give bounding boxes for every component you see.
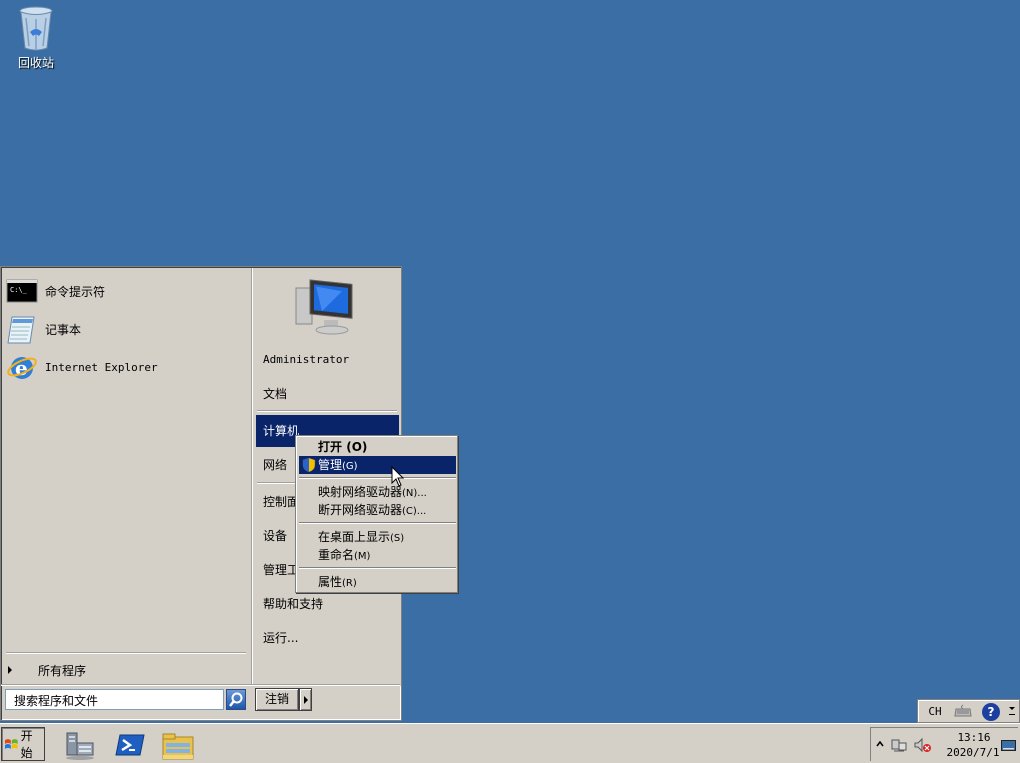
menu-item-label: 重命名 [318,548,355,562]
chevron-right-icon [8,666,12,674]
menu-item-accel: (S) [390,533,405,544]
menu-item-properties[interactable]: 属性(R) [299,573,456,591]
ie-icon: e [6,351,38,383]
language-bar: CH ? [917,699,1020,723]
windows-logo-icon [4,738,18,749]
menu-item-label: 断开网络驱动器 [318,503,403,517]
menu-item-accel: (G) [342,461,358,472]
clock-date[interactable]: 2020/7/1 [943,746,1003,759]
devices-item[interactable]: 设备 [263,524,287,548]
notepad-icon [6,313,38,345]
menu-item-accel: (C)... [402,506,427,517]
menu-item-label: 属性 [318,575,343,589]
recycle-bin-icon [19,6,53,51]
menu-item-accel: (N)... [402,488,427,499]
menu-item-accel: (R) [342,578,357,589]
menu-separator [299,477,456,479]
powershell-icon[interactable] [114,729,146,761]
mouse-cursor-icon [391,466,405,487]
context-menu: 打开 (O) 管理(G) 映射网络驱动器(N)... 断开网络驱动器(C)...… [295,435,458,593]
menu-item-accel: (O) [346,440,368,454]
all-programs-label: 所有程序 [38,663,87,678]
run-item[interactable]: 运行... [263,626,298,650]
start-button[interactable]: 开始 [1,727,45,761]
explorer-icon[interactable] [162,729,194,761]
start-menu-bottom-separator [1,684,400,686]
network-item[interactable]: 网络 [263,453,287,477]
computer-icon [295,279,353,335]
search-input[interactable]: 搜索程序和文件 [5,689,224,710]
network-icon[interactable] [891,737,907,753]
control-panel-item[interactable]: 控制面 [263,490,299,514]
computer-item[interactable]: 计算机 [263,419,299,443]
menu-item-label: 管理 [318,458,343,472]
user-folder-item[interactable]: Administrator [263,348,349,372]
language-bar-options-icon[interactable] [1007,703,1017,720]
clock-time[interactable]: 13:16 [949,731,999,744]
shutdown-options-button[interactable] [299,688,312,711]
search-button[interactable] [226,689,246,710]
keyboard-icon[interactable] [954,703,972,720]
help-support-item[interactable]: 帮助和支持 [263,592,323,616]
menu-item-label: 在桌面上显示 [318,530,391,544]
menu-item-disconnect-drive[interactable]: 断开网络驱动器(C)... [299,501,456,519]
all-programs-separator [6,652,246,654]
recycle-bin[interactable]: 回收站 [10,4,62,71]
right-pane-separator [257,410,397,412]
help-icon[interactable]: ? [982,703,1000,721]
pinned-item-cmd[interactable]: C:\_ 命令提示符 [6,273,105,309]
uac-shield-icon [302,458,316,472]
language-indicator[interactable]: CH [923,703,947,720]
volume-muted-icon[interactable] [914,737,932,753]
menu-separator [299,567,456,569]
menu-item-manage[interactable]: 管理(G) [299,456,456,474]
system-tray: 13:16 2020/7/1 [870,727,1018,761]
all-programs-button[interactable]: 所有程序 [8,660,86,680]
pinned-item-ie[interactable]: e Internet Explorer [6,349,158,385]
taskbar: 开始 13:16 2020/7/1 [0,723,1020,763]
menu-separator [299,522,456,524]
logoff-button[interactable]: 注销 [255,688,299,711]
chevron-up-icon[interactable] [876,741,884,747]
svg-text:C:\_: C:\_ [10,286,28,294]
documents-item[interactable]: 文档 [263,382,287,406]
show-desktop-icon[interactable] [1001,740,1016,751]
menu-item-accel: (M) [354,551,371,562]
search-icon [229,692,243,707]
server-manager-icon[interactable] [64,729,96,761]
menu-item-label: 打开 [318,440,343,454]
pinned-item-label: Internet Explorer [45,360,158,374]
computer-user-picture [292,274,356,336]
menu-item-map-drive[interactable]: 映射网络驱动器(N)... [299,483,456,501]
pinned-item-label: 记事本 [45,322,82,337]
menu-item-rename[interactable]: 重命名(M) [299,546,456,564]
pinned-item-label: 命令提示符 [45,284,106,299]
admin-tools-item[interactable]: 管理工 [263,558,299,582]
menu-item-label: 映射网络驱动器 [318,485,403,499]
cmd-icon: C:\_ [6,275,38,307]
menu-item-show-on-desktop[interactable]: 在桌面上显示(S) [299,528,456,546]
pinned-item-notepad[interactable]: 记事本 [6,311,81,347]
menu-item-open[interactable]: 打开 (O) [299,438,456,456]
recycle-bin-label: 回收站 [17,56,54,70]
start-label: 开始 [20,729,33,760]
